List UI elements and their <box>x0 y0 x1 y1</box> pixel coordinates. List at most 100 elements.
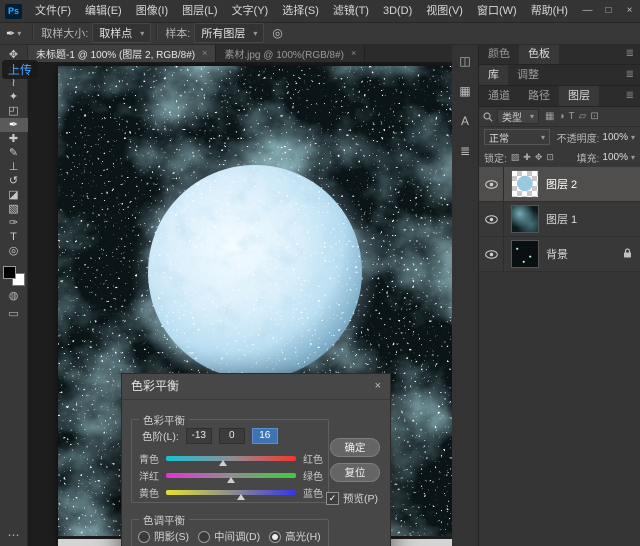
eraser-tool[interactable]: ◪ <box>0 188 28 202</box>
channels-paths-layers-header: 通道 路径 图层 ≣ <box>479 86 640 107</box>
upload-overlay[interactable]: 上传 <box>2 60 38 79</box>
lock-transparent-icon[interactable]: ▨ <box>511 152 520 163</box>
tab-libraries[interactable]: 库 <box>479 65 508 85</box>
menu-edit[interactable]: 编辑(E) <box>78 0 129 22</box>
menu-help[interactable]: 帮助(H) <box>524 0 575 22</box>
visibility-toggle[interactable] <box>479 237 504 271</box>
menu-filter[interactable]: 滤镜(T) <box>326 0 376 22</box>
tab-color[interactable]: 颜色 <box>479 44 519 64</box>
tab-swatches[interactable]: 色板 <box>519 44 559 64</box>
sample-size-dropdown[interactable]: 取样点 ▾ <box>92 23 151 43</box>
screen-mode-icon[interactable]: ▭ <box>0 307 28 322</box>
visibility-toggle[interactable] <box>479 202 504 236</box>
minimize-button[interactable]: — <box>577 0 598 22</box>
opacity-control[interactable]: 不透明度: 100% ▾ <box>557 130 635 145</box>
close-icon[interactable]: × <box>202 48 207 58</box>
menu-view[interactable]: 视图(V) <box>419 0 470 22</box>
fill-control[interactable]: 填充: 100% ▾ <box>577 150 635 165</box>
slider-thumb[interactable] <box>227 477 235 483</box>
brush-tool[interactable]: ✎ <box>0 146 28 160</box>
patterns-panel-icon[interactable]: ▦ <box>459 84 470 98</box>
smart-object-filter-icon[interactable]: ⊡ <box>590 111 598 122</box>
filter-type-dropdown[interactable]: 类型 ▾ <box>497 109 539 124</box>
level-input-2[interactable]: 0 <box>219 428 245 444</box>
type-filter-icon[interactable]: T <box>569 111 575 122</box>
visibility-toggle[interactable] <box>479 167 504 201</box>
tab-paths[interactable]: 路径 <box>519 86 559 106</box>
quick-mask-icon[interactable]: ◍ <box>0 289 28 304</box>
magic-wand-tool[interactable]: ✦ <box>0 90 28 104</box>
chevron-down-icon: ▾ <box>140 29 144 38</box>
menu-window[interactable]: 窗口(W) <box>470 0 524 22</box>
sample-ring-toggle-icon[interactable]: ◎ <box>272 26 282 40</box>
panel-menu-icon[interactable]: ≣ <box>626 44 640 64</box>
menu-3d[interactable]: 3D(D) <box>376 0 419 22</box>
preview-checkbox[interactable]: ✓ 预览(P) <box>326 491 378 506</box>
lock-position-icon[interactable]: ✥ <box>535 152 543 163</box>
level-input-1[interactable]: -13 <box>186 428 212 444</box>
cyan-label: 青色 <box>139 451 159 466</box>
panel-menu-icon[interactable]: ≣ <box>626 86 640 106</box>
shape-filter-icon[interactable]: ▱ <box>579 111 587 122</box>
lock-pixels-icon[interactable]: ✚ <box>523 152 531 163</box>
document-tab-material[interactable]: 素材.jpg @ 100%(RGB/8#) × <box>216 44 365 62</box>
eyedropper-tool[interactable]: ✒ <box>0 118 28 132</box>
adjustment-filter-icon[interactable]: ◑ <box>558 111 564 122</box>
character-panel-icon[interactable]: A <box>461 114 469 128</box>
healing-brush-tool[interactable]: ✚ <box>0 132 28 146</box>
close-icon[interactable]: × <box>351 48 356 58</box>
color-swatches[interactable] <box>3 266 25 286</box>
maximize-button[interactable]: □ <box>598 0 619 22</box>
blend-mode-dropdown[interactable]: 正常 ▾ <box>484 129 550 145</box>
close-icon[interactable]: × <box>375 374 381 399</box>
menu-image[interactable]: 图像(I) <box>129 0 175 22</box>
crop-tool[interactable]: ◰ <box>0 104 28 118</box>
clone-stamp-tool[interactable]: ⊥ <box>0 160 28 174</box>
zoom-tool[interactable]: ◎ <box>0 244 28 258</box>
layer-thumbnail[interactable] <box>511 170 539 198</box>
tool-preset-dropdown[interactable]: ✒ ▾ <box>0 27 27 40</box>
layer-row-background[interactable]: 背景 <box>479 237 640 272</box>
layer-thumbnail[interactable] <box>511 240 539 268</box>
cyan-red-slider[interactable] <box>166 456 296 461</box>
layer-thumbnail[interactable] <box>511 205 539 233</box>
menu-type[interactable]: 文字(Y) <box>225 0 276 22</box>
midtones-radio[interactable]: 中间调(D) <box>198 529 260 544</box>
foreground-color-swatch[interactable] <box>3 266 16 279</box>
dialog-title-bar[interactable]: 色彩平衡 × <box>122 374 390 400</box>
edit-toolbar-icon[interactable]: ⋯ <box>8 528 20 542</box>
ok-button[interactable]: 确定 <box>330 438 380 457</box>
close-button[interactable]: × <box>619 0 640 22</box>
layer-row-layer2[interactable]: 图层 2 <box>479 167 640 202</box>
eye-icon <box>485 250 498 259</box>
tab-channels[interactable]: 通道 <box>479 86 519 106</box>
panel-menu-icon[interactable]: ≣ <box>626 65 640 85</box>
reset-button[interactable]: 复位 <box>330 463 380 482</box>
properties-panel-icon[interactable]: ◫ <box>459 54 470 68</box>
paragraph-panel-icon[interactable]: ≣ <box>460 144 470 158</box>
menu-layer[interactable]: 图层(L) <box>175 0 224 22</box>
slider-thumb[interactable] <box>237 494 245 500</box>
type-tool[interactable]: T <box>0 230 28 244</box>
radio-icon <box>198 531 210 543</box>
lock-all-icon[interactable]: ⊡ <box>546 152 554 163</box>
level-input-3[interactable]: 16 <box>252 428 278 444</box>
menu-file[interactable]: 文件(F) <box>28 0 78 22</box>
gradient-tool[interactable]: ▧ <box>0 202 28 216</box>
tab-layers[interactable]: 图层 <box>559 86 599 106</box>
slider-thumb[interactable] <box>219 460 227 466</box>
sample-size-value: 取样点 <box>99 25 132 41</box>
pen-tool[interactable]: ✑ <box>0 216 28 230</box>
document-tab-untitled[interactable]: 未标题-1 @ 100% (图层 2, RGB/8#) × <box>28 44 216 62</box>
sample-dropdown[interactable]: 所有图层 ▾ <box>194 23 264 43</box>
magenta-green-slider[interactable] <box>166 473 296 478</box>
eye-icon <box>485 215 498 224</box>
pixel-filter-icon[interactable]: ▦ <box>545 111 554 122</box>
layer-row-layer1[interactable]: 图层 1 <box>479 202 640 237</box>
tab-adjustments[interactable]: 调整 <box>508 65 548 85</box>
history-brush-tool[interactable]: ↺ <box>0 174 28 188</box>
menu-select[interactable]: 选择(S) <box>275 0 326 22</box>
highlights-radio[interactable]: 高光(H) <box>269 529 321 544</box>
shadows-radio[interactable]: 阴影(S) <box>138 529 189 544</box>
yellow-blue-slider[interactable] <box>166 490 296 495</box>
